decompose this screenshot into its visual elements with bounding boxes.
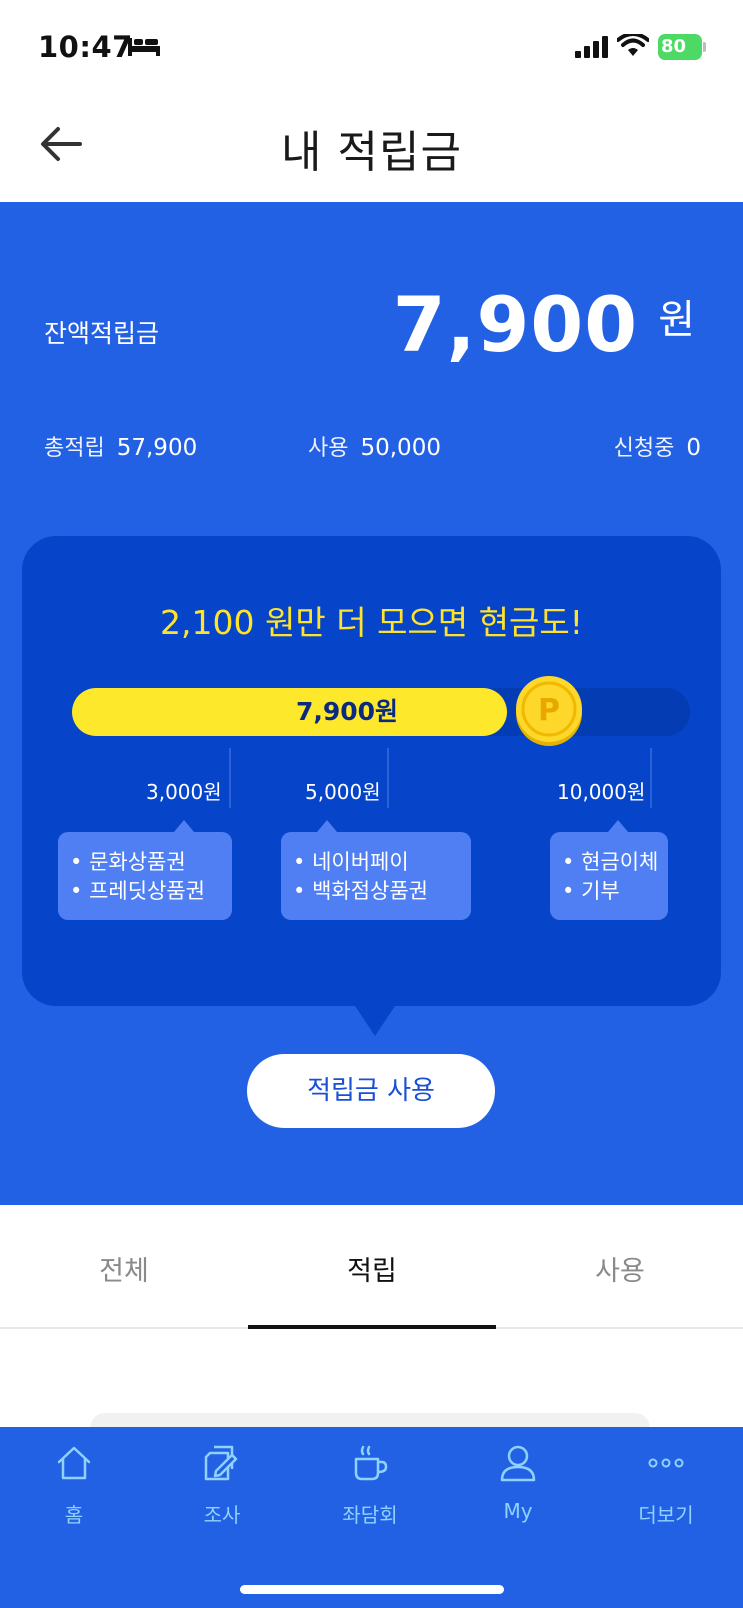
balance-section: 잔액적립금 7,900 원 총적립 57,900 사용 50,000 신청중 0 2,1… bbox=[0, 202, 743, 1205]
stat-pending: 신청중 0 bbox=[614, 430, 701, 462]
nav-roundtable[interactable]: 좌담회 bbox=[296, 1443, 444, 1543]
threshold-tick-5000 bbox=[387, 748, 389, 808]
status-bar: 10:47 80 bbox=[0, 0, 743, 96]
page-header: 내 적립금 bbox=[0, 96, 743, 202]
balance-amount: 7,900 bbox=[392, 280, 639, 369]
cup-icon bbox=[354, 1445, 388, 1481]
nav-my-label: My bbox=[503, 1499, 533, 1523]
nav-roundtable-label: 좌담회 bbox=[342, 1503, 398, 1527]
reward-item: 백화점상품권 bbox=[293, 877, 471, 906]
home-indicator bbox=[240, 1585, 504, 1594]
stat-total-value: 57,900 bbox=[116, 435, 198, 461]
stat-used-label: 사용 bbox=[308, 436, 349, 461]
tab-used[interactable]: 사용 bbox=[496, 1249, 743, 1288]
nav-more[interactable]: 더보기 bbox=[592, 1443, 740, 1543]
threshold-label-3000: 3,000원 bbox=[146, 780, 222, 804]
cellular-signal-icon bbox=[575, 36, 608, 58]
bottom-navigation: 홈 조사 좌담회 My 더보기 bbox=[0, 1427, 743, 1608]
progress-panel: 2,100 원만 더 모으면 현금도! 7,900원 P 3,000원 5,00… bbox=[22, 536, 721, 1036]
reward-item: 네이버페이 bbox=[293, 848, 471, 877]
threshold-label-5000: 5,000원 bbox=[305, 780, 381, 804]
nav-survey-label: 조사 bbox=[203, 1503, 241, 1527]
balance-unit: 원 bbox=[658, 297, 695, 343]
reward-item: 프레딧상품권 bbox=[70, 877, 232, 906]
home-icon bbox=[57, 1446, 91, 1480]
stat-pending-label: 신청중 bbox=[613, 436, 675, 461]
page-title: 내 적립금 bbox=[281, 127, 462, 178]
nav-survey[interactable]: 조사 bbox=[148, 1443, 296, 1543]
threshold-tick-10000 bbox=[650, 748, 652, 808]
battery-cap bbox=[703, 42, 706, 52]
more-icon bbox=[648, 1458, 684, 1468]
person-icon bbox=[500, 1445, 536, 1482]
reward-item: 현금이체 bbox=[562, 848, 668, 877]
stat-total: 총적립 57,900 bbox=[44, 430, 197, 462]
tab-earned[interactable]: 적립 bbox=[248, 1249, 496, 1288]
battery-indicator: 80 bbox=[658, 34, 706, 60]
point-coin-icon: P bbox=[516, 676, 582, 746]
reward-bubble-5000: 네이버페이 백화점상품권 bbox=[281, 820, 471, 920]
progress-bar: 7,900원 bbox=[72, 688, 690, 736]
nav-home[interactable]: 홈 bbox=[0, 1443, 148, 1543]
reward-bubble-10000: 현금이체 기부 bbox=[550, 820, 668, 920]
tab-all[interactable]: 전체 bbox=[0, 1249, 248, 1288]
stat-pending-value: 0 bbox=[686, 435, 701, 461]
stat-total-label: 총적립 bbox=[44, 436, 105, 461]
reward-item: 기부 bbox=[562, 877, 668, 906]
stat-used: 사용 50,000 bbox=[308, 430, 441, 462]
nav-home-label: 홈 bbox=[64, 1503, 84, 1527]
threshold-tick-3000 bbox=[229, 748, 231, 808]
battery-level: 80 bbox=[661, 36, 687, 57]
reward-bubble-3000: 문화상품권 프레딧상품권 bbox=[58, 820, 232, 920]
status-time: 10:47 bbox=[38, 30, 133, 64]
battery-body: 80 bbox=[658, 34, 702, 60]
nav-more-label: 더보기 bbox=[638, 1503, 694, 1527]
threshold-label-10000: 10,000원 bbox=[557, 780, 646, 804]
coin-letter: P bbox=[538, 693, 560, 728]
history-list bbox=[0, 1329, 743, 1443]
nav-my[interactable]: My bbox=[444, 1443, 592, 1543]
sleep-mode-icon bbox=[128, 38, 160, 56]
use-points-button[interactable]: 적립금 사용 bbox=[247, 1054, 495, 1128]
stat-used-value: 50,000 bbox=[360, 435, 441, 461]
survey-icon bbox=[204, 1445, 238, 1481]
wifi-icon bbox=[617, 34, 649, 56]
reward-item: 문화상품권 bbox=[70, 848, 232, 877]
panel-pointer bbox=[355, 1006, 395, 1036]
history-tabs: 전체 적립 사용 bbox=[0, 1205, 743, 1329]
progress-headline: 2,100 원만 더 모으면 현금도! bbox=[160, 603, 583, 642]
balance-label: 잔액적립금 bbox=[44, 319, 160, 348]
balance-amount-row: 7,900 원 bbox=[393, 280, 695, 369]
